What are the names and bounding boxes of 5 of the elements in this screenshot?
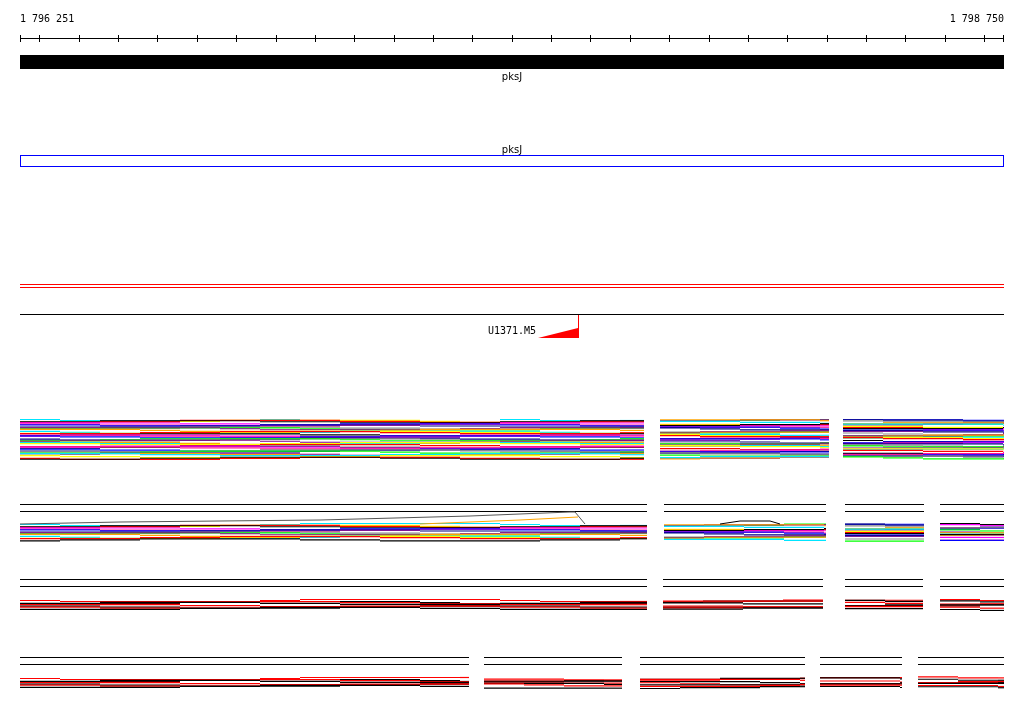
end-coordinate: 1 798 750: [949, 13, 1004, 25]
start-coordinate: 1 796 251: [20, 13, 75, 25]
gene-label: pksJ: [501, 71, 523, 82]
feature-label: pksJ: [501, 144, 523, 155]
marker-label: U1371.M5: [487, 325, 537, 336]
